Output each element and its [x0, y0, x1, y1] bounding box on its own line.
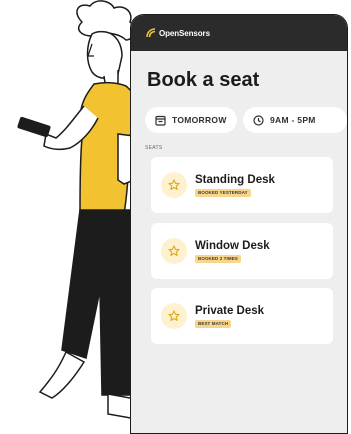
phone-screen: OpenSensors Book a seat TOMORROW 9AM - 5…	[130, 14, 348, 434]
brand-name: OpenSensors	[159, 28, 210, 38]
time-filter-label: 9AM - 5PM	[270, 115, 316, 125]
calendar-icon	[155, 115, 166, 126]
section-label: SEATS	[145, 145, 163, 151]
seat-status-badge: BOOKED 2 TIMES	[195, 254, 241, 263]
star-icon-badge	[161, 238, 187, 264]
star-icon-badge	[161, 303, 187, 329]
seat-card-window-desk[interactable]: Window Desk BOOKED 2 TIMES	[151, 223, 333, 279]
left-shoe	[38, 350, 86, 399]
app-header: OpenSensors	[131, 15, 347, 51]
star-icon	[168, 179, 180, 190]
brand-logo: OpenSensors	[145, 27, 210, 39]
seat-status-badge: BOOKED YESTERDAY	[195, 188, 251, 197]
seat-name: Standing Desk	[195, 173, 275, 186]
seat-status-badge: BEST MATCH	[195, 319, 232, 328]
seat-name: Window Desk	[195, 239, 270, 252]
star-icon	[168, 245, 180, 256]
star-icon	[168, 310, 180, 321]
date-filter-label: TOMORROW	[172, 115, 227, 125]
seat-card-private-desk[interactable]: Private Desk BEST MATCH	[151, 288, 333, 344]
seat-name: Private Desk	[195, 304, 265, 317]
page-title: Book a seat	[147, 69, 260, 91]
time-filter-button[interactable]: 9AM - 5PM	[243, 107, 347, 133]
clock-icon	[253, 114, 264, 126]
handheld-phone	[17, 116, 51, 138]
signal-arc-logo-icon	[146, 28, 156, 38]
seat-card-standing-desk[interactable]: Standing Desk BOOKED YESTERDAY	[151, 157, 333, 213]
star-icon-badge	[161, 172, 187, 198]
date-filter-button[interactable]: TOMORROW	[145, 107, 237, 133]
